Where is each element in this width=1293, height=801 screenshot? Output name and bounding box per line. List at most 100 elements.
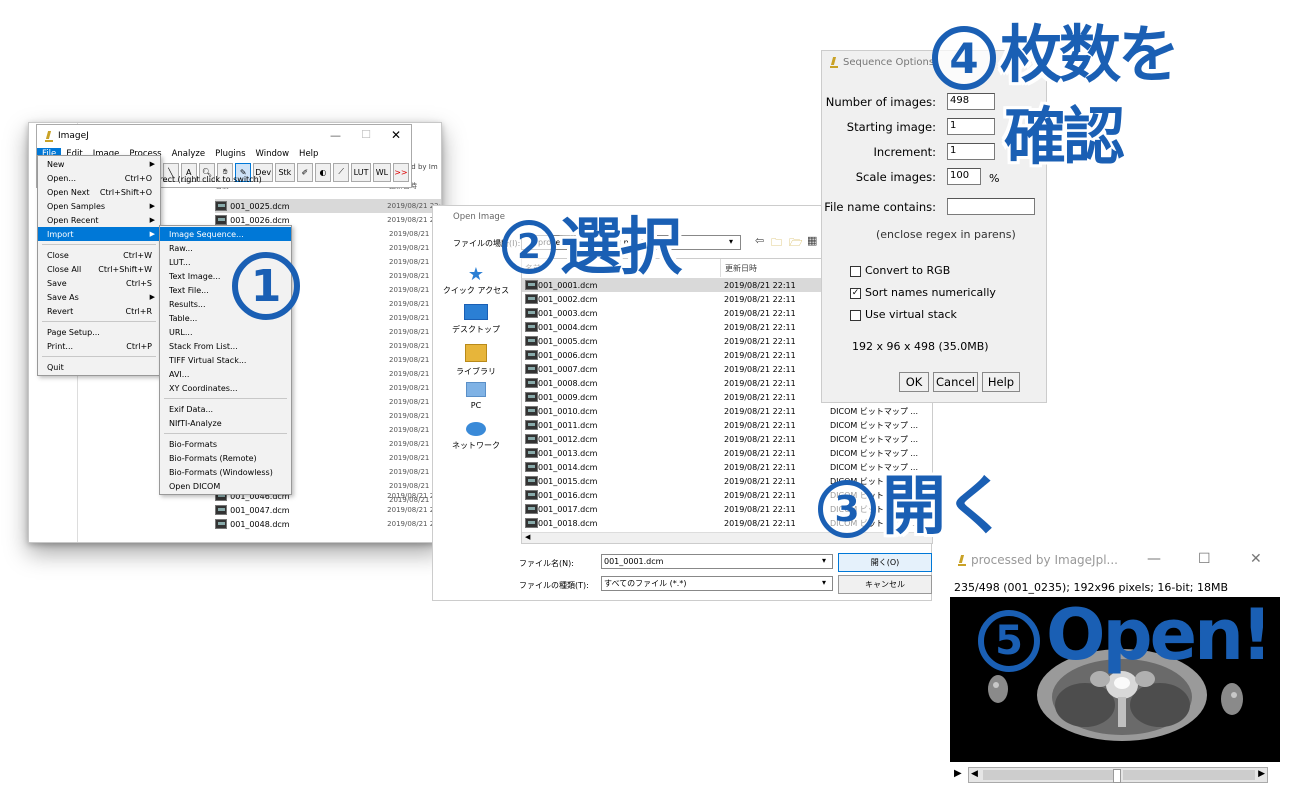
bg-file-rows-top: 001_0025.dcm 2019/08/21 22: 001_0026.dcm 20…	[215, 199, 441, 227]
filename-input[interactable]: 001_0001.dcm	[601, 554, 833, 569]
file-row[interactable]: 001_0013.dcm 2019/08/21 22:11 DICOM ビットマップ…	[522, 446, 932, 460]
menu-plugins[interactable]: Plugins	[210, 148, 250, 160]
column-header-date[interactable]: 更新日時	[725, 263, 757, 274]
back-icon[interactable]: ⇦	[755, 234, 764, 247]
menu-item-label: Save	[47, 278, 67, 288]
minimize-icon[interactable]: —	[1147, 551, 1161, 567]
import-menu-item[interactable]: Bio-Formats (Remote)	[160, 451, 291, 465]
close-icon[interactable]: ✕	[1250, 551, 1262, 567]
ok-button[interactable]: OK	[899, 372, 929, 392]
file-menu-item[interactable]: Open Next Ctrl+Shift+O	[38, 185, 160, 199]
file-menu-item[interactable]: Save Ctrl+S	[38, 276, 160, 290]
file-menu-item[interactable]: New ▶	[38, 157, 160, 171]
dicom-file-icon	[215, 505, 228, 515]
file-row[interactable]: 001_0010.dcm 2019/08/21 22:11 DICOM ビットマップ…	[522, 404, 932, 418]
file-menu-item[interactable]: Open... Ctrl+O	[38, 171, 160, 185]
help-button[interactable]: Help	[982, 372, 1020, 392]
file-name: 001_0013.dcm	[538, 448, 598, 458]
scroll-left-icon[interactable]: ◀	[971, 769, 978, 779]
chevron-down-icon[interactable]: ▾	[729, 237, 733, 246]
cancel-button[interactable]: キャンセル	[838, 575, 932, 594]
file-menu-item[interactable]: Save As ▶	[38, 290, 160, 304]
file-menu-item[interactable]: Page Setup...	[38, 325, 160, 339]
stack-slider[interactable]: ◀ ▶	[968, 767, 1268, 783]
imagej-logo-icon	[45, 131, 53, 142]
file-date: 2019/08/21 22:11	[724, 420, 796, 430]
wl-tool[interactable]: WL	[372, 162, 391, 182]
file-menu-item[interactable]: Quit	[38, 360, 160, 374]
play-icon[interactable]: ▶	[954, 768, 962, 779]
maximize-icon[interactable]: ☐	[361, 128, 371, 141]
menu-separator	[42, 244, 156, 245]
file-row[interactable]: 001_0014.dcm 2019/08/21 22:11 DICOM ビットマップ…	[522, 460, 932, 474]
scroll-right-icon[interactable]: ▶	[1258, 769, 1265, 779]
close-icon[interactable]: ✕	[391, 128, 401, 142]
menu-item-shortcut: Ctrl+O	[124, 173, 152, 183]
nav-desktop[interactable]: デスクトップ	[441, 304, 511, 335]
nav-library[interactable]: ライブラリ	[441, 344, 511, 377]
nav-pc[interactable]: PC	[441, 382, 511, 410]
slider-thumb[interactable]	[1113, 769, 1121, 783]
chevron-down-icon[interactable]: ▾	[822, 556, 826, 565]
chevron-down-icon[interactable]: ▾	[822, 578, 826, 587]
import-menu-item[interactable]: TIFF Virtual Stack...	[160, 353, 291, 367]
import-menu-item[interactable]: NIfTI-Analyze	[160, 416, 291, 430]
number-images-input[interactable]: 498	[947, 93, 995, 110]
import-menu-item[interactable]: Bio-Formats (Windowless)	[160, 465, 291, 479]
file-row[interactable]: 001_0015.dcm 2019/08/21 22:11 DICOM ビットマップ…	[522, 474, 932, 488]
view-menu-icon[interactable]: ▦	[807, 234, 817, 247]
menu-item-label: Save As	[47, 292, 79, 302]
bg-file-row[interactable]: 001_0048.dcm 2019/08/21 22:	[215, 517, 441, 531]
menu-item-label: LUT...	[169, 257, 191, 267]
nav-quick-access[interactable]: ★ クイック アクセス	[441, 264, 511, 296]
file-menu-item[interactable]: Close All Ctrl+Shift+W	[38, 262, 160, 276]
import-menu-item[interactable]: Stack From List...	[160, 339, 291, 353]
scroll-left-icon[interactable]: ◀	[525, 533, 530, 541]
file-row[interactable]: 001_0012.dcm 2019/08/21 22:11 DICOM ビットマップ…	[522, 432, 932, 446]
file-row[interactable]: 001_0011.dcm 2019/08/21 22:11 DICOM ビットマップ…	[522, 418, 932, 432]
file-name-contains-input[interactable]	[947, 198, 1035, 215]
filetype-select[interactable]: すべてのファイル (*.*)	[601, 576, 833, 591]
bg-file-row[interactable]: 001_0025.dcm 2019/08/21 22:	[215, 199, 441, 213]
file-menu-item[interactable]: Open Recent ▶	[38, 213, 160, 227]
import-menu-item[interactable]: Bio-Formats	[160, 437, 291, 451]
horizontal-scrollbar[interactable]: ◀	[522, 532, 932, 543]
import-menu-item[interactable]: XY Coordinates...	[160, 381, 291, 395]
pipette-icon[interactable]: ⟋	[333, 162, 350, 182]
convert-rgb-checkbox[interactable]	[850, 266, 861, 277]
brush-icon[interactable]: ✐	[296, 162, 313, 182]
stk-tool[interactable]: Stk	[275, 162, 295, 182]
new-folder-icon[interactable]: 🗁	[789, 234, 803, 253]
file-menu-item[interactable]: Close Ctrl+W	[38, 248, 160, 262]
maximize-icon[interactable]: ☐	[1198, 551, 1211, 567]
menu-help[interactable]: Help	[294, 148, 323, 160]
nav-network[interactable]: ネットワーク	[441, 422, 511, 451]
fill-icon[interactable]: ◐	[314, 162, 332, 182]
starting-image-input[interactable]: 1	[947, 118, 995, 135]
import-menu-item[interactable]: URL...	[160, 325, 291, 339]
increment-input[interactable]: 1	[947, 143, 995, 160]
import-menu-item[interactable]: Image Sequence...	[160, 227, 291, 241]
up-folder-icon[interactable]: 🗀	[771, 234, 782, 253]
cancel-button[interactable]: Cancel	[933, 372, 978, 392]
import-menu-item[interactable]: Open DICOM	[160, 479, 291, 493]
lut-tool[interactable]: LUT	[351, 162, 371, 182]
file-menu-item[interactable]: Print... Ctrl+P	[38, 339, 160, 353]
open-button[interactable]: 開く(O)	[838, 553, 932, 572]
import-menu-item[interactable]: Exif Data...	[160, 402, 291, 416]
menu-window[interactable]: Window	[251, 148, 295, 160]
dicom-file-icon	[525, 294, 538, 304]
file-date: 2019/08/21 22:11	[724, 448, 796, 458]
import-menu-item[interactable]: AVI...	[160, 367, 291, 381]
file-menu-item[interactable]: Revert Ctrl+R	[38, 304, 160, 318]
sort-names-checkbox[interactable]: ✓	[850, 288, 861, 299]
scale-images-input[interactable]: 100	[947, 168, 981, 185]
virtual-stack-checkbox[interactable]	[850, 310, 861, 321]
menu-analyze[interactable]: Analyze	[167, 148, 211, 160]
bg-file-row[interactable]: 001_0047.dcm 2019/08/21 22:	[215, 503, 441, 517]
file-menu-item[interactable]: Open Samples ▶	[38, 199, 160, 213]
imagej-title: ImageJ	[58, 131, 89, 141]
minimize-icon[interactable]: —	[330, 129, 341, 142]
file-menu-item[interactable]: Import ▶	[38, 227, 160, 241]
more-tools-icon[interactable]: >>	[392, 162, 409, 182]
